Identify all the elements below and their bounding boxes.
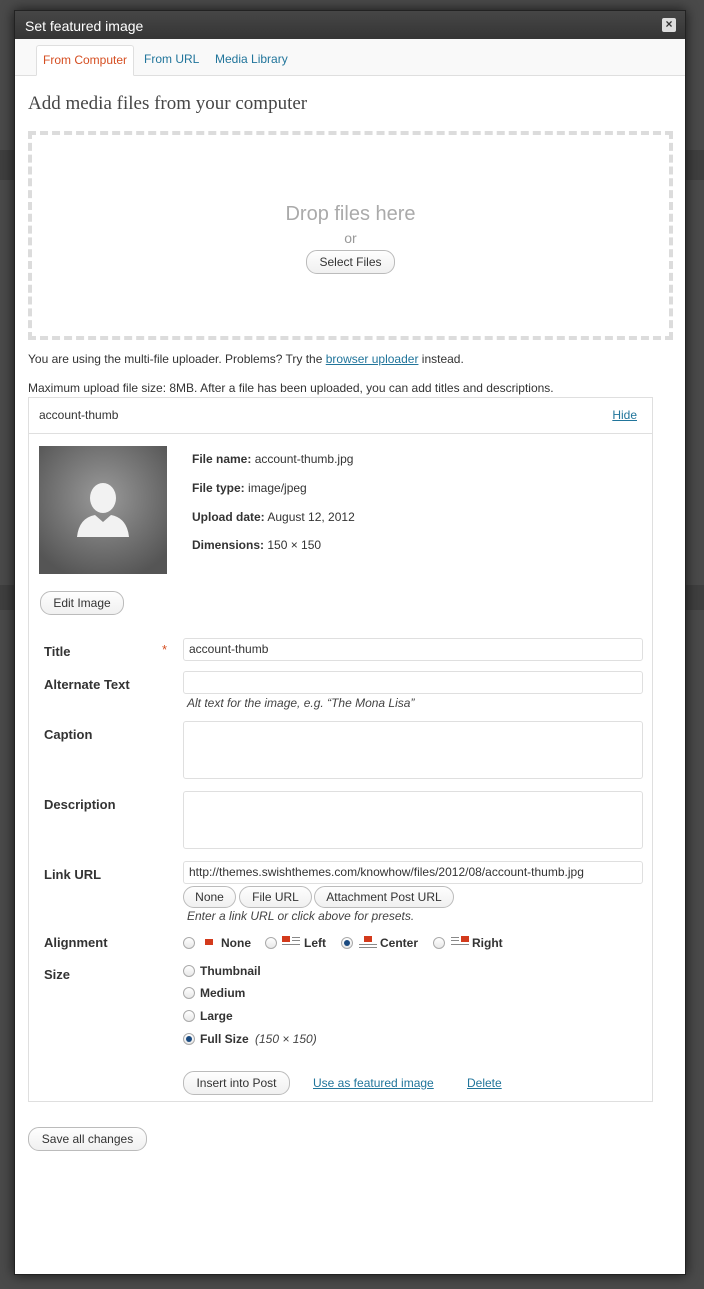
edit-image-button[interactable]: Edit Image [40, 591, 124, 615]
link-url-label: Link URL [44, 867, 102, 882]
meta-file-name-label: File name: [192, 452, 252, 466]
alignment-label: Alignment [44, 935, 108, 950]
align-center-icon [359, 936, 377, 948]
meta-file-type: File type: image/jpeg [192, 481, 307, 495]
save-all-changes-button[interactable]: Save all changes [28, 1127, 147, 1151]
meta-dimensions-value: 150 × 150 [264, 538, 322, 552]
media-item-name: account-thumb [39, 408, 119, 422]
meta-file-name: File name: account-thumb.jpg [192, 452, 353, 466]
close-icon[interactable]: × [662, 18, 676, 32]
upload-heading: Add media files from your computer [28, 93, 308, 114]
meta-dimensions: Dimensions: 150 × 150 [192, 538, 321, 552]
size-medium-radio[interactable] [183, 987, 195, 999]
dialog-titlebar: Set featured image × [15, 11, 685, 39]
drop-zone[interactable]: Drop files here or Select Files [28, 131, 673, 340]
align-center-label: Center [380, 936, 419, 950]
hide-link[interactable]: Hide [612, 408, 637, 422]
tab-bar: From Computer From URL Media Library [15, 39, 685, 76]
alt-text-help: Alt text for the image, e.g. “The Mona L… [187, 696, 415, 710]
title-label: Title [44, 644, 71, 659]
uploader-notice: You are using the multi-file uploader. P… [28, 352, 464, 366]
insert-into-post-button[interactable]: Insert into Post [183, 1071, 290, 1095]
link-file-url-button[interactable]: File URL [239, 886, 312, 908]
uploader-notice-prefix: You are using the multi-file uploader. P… [28, 352, 326, 366]
link-url-input[interactable]: http://themes.swishthemes.com/knowhow/fi… [183, 861, 643, 884]
caption-textarea[interactable] [183, 721, 643, 779]
align-left-label: Left [304, 936, 326, 950]
align-right-label: Right [472, 936, 503, 950]
media-item: account-thumb Hide File name: account-th… [28, 397, 653, 1102]
align-left-icon [282, 936, 300, 948]
required-marker: * [162, 642, 168, 657]
meta-file-name-value: account-thumb.jpg [251, 452, 354, 466]
align-right-icon [451, 936, 469, 948]
tab-media-library[interactable]: Media Library [209, 45, 294, 76]
size-label: Size [44, 967, 71, 982]
size-thumbnail-label: Thumbnail [200, 964, 261, 978]
title-input[interactable]: account-thumb [183, 638, 643, 661]
align-none-icon [200, 936, 218, 948]
description-label: Description [44, 797, 116, 812]
meta-file-type-value: image/jpeg [244, 481, 307, 495]
meta-dimensions-label: Dimensions: [192, 538, 265, 552]
size-medium-label: Medium [200, 986, 246, 1000]
size-full-dimensions: (150 × 150) [255, 1032, 317, 1046]
align-center-radio[interactable] [341, 937, 353, 949]
description-textarea[interactable] [183, 791, 643, 849]
use-as-featured-image-link[interactable]: Use as featured image [313, 1076, 434, 1090]
browser-uploader-link[interactable]: browser uploader [326, 352, 419, 366]
featured-image-dialog: Set featured image × From Computer From … [14, 10, 686, 1275]
user-silhouette-icon [77, 483, 129, 537]
link-url-help: Enter a link URL or click above for pres… [187, 909, 415, 923]
caption-label: Caption [44, 727, 93, 742]
meta-file-type-label: File type: [192, 481, 245, 495]
select-files-button[interactable]: Select Files [306, 250, 395, 274]
media-item-header: account-thumb Hide [29, 398, 652, 434]
alt-text-input[interactable] [183, 671, 643, 694]
drop-files-text: Drop files here [285, 203, 416, 225]
tab-from-computer[interactable]: From Computer [36, 45, 135, 76]
meta-upload-date-value: August 12, 2012 [264, 510, 355, 524]
align-none-label: None [221, 936, 251, 950]
or-text: or [344, 230, 357, 246]
max-size-notice: Maximum upload file size: 8MB. After a f… [28, 381, 554, 395]
align-right-radio[interactable] [433, 937, 445, 949]
align-left-radio[interactable] [265, 937, 277, 949]
size-large-radio[interactable] [183, 1010, 195, 1022]
size-thumbnail-radio[interactable] [183, 965, 195, 977]
delete-link[interactable]: Delete [467, 1076, 502, 1090]
dialog-title: Set featured image [25, 18, 144, 34]
size-full-radio[interactable] [183, 1033, 195, 1045]
link-none-button[interactable]: None [183, 886, 236, 908]
link-attachment-post-button[interactable]: Attachment Post URL [314, 886, 454, 908]
uploader-notice-suffix: instead. [418, 352, 464, 366]
size-large-label: Large [200, 1009, 233, 1023]
thumbnail-image [39, 446, 167, 574]
tab-from-url[interactable]: From URL [138, 45, 205, 76]
align-none-radio[interactable] [183, 937, 195, 949]
meta-upload-date-label: Upload date: [192, 510, 265, 524]
alt-text-label: Alternate Text [44, 677, 130, 692]
size-full-label: Full Size [200, 1032, 249, 1046]
meta-upload-date: Upload date: August 12, 2012 [192, 510, 355, 524]
